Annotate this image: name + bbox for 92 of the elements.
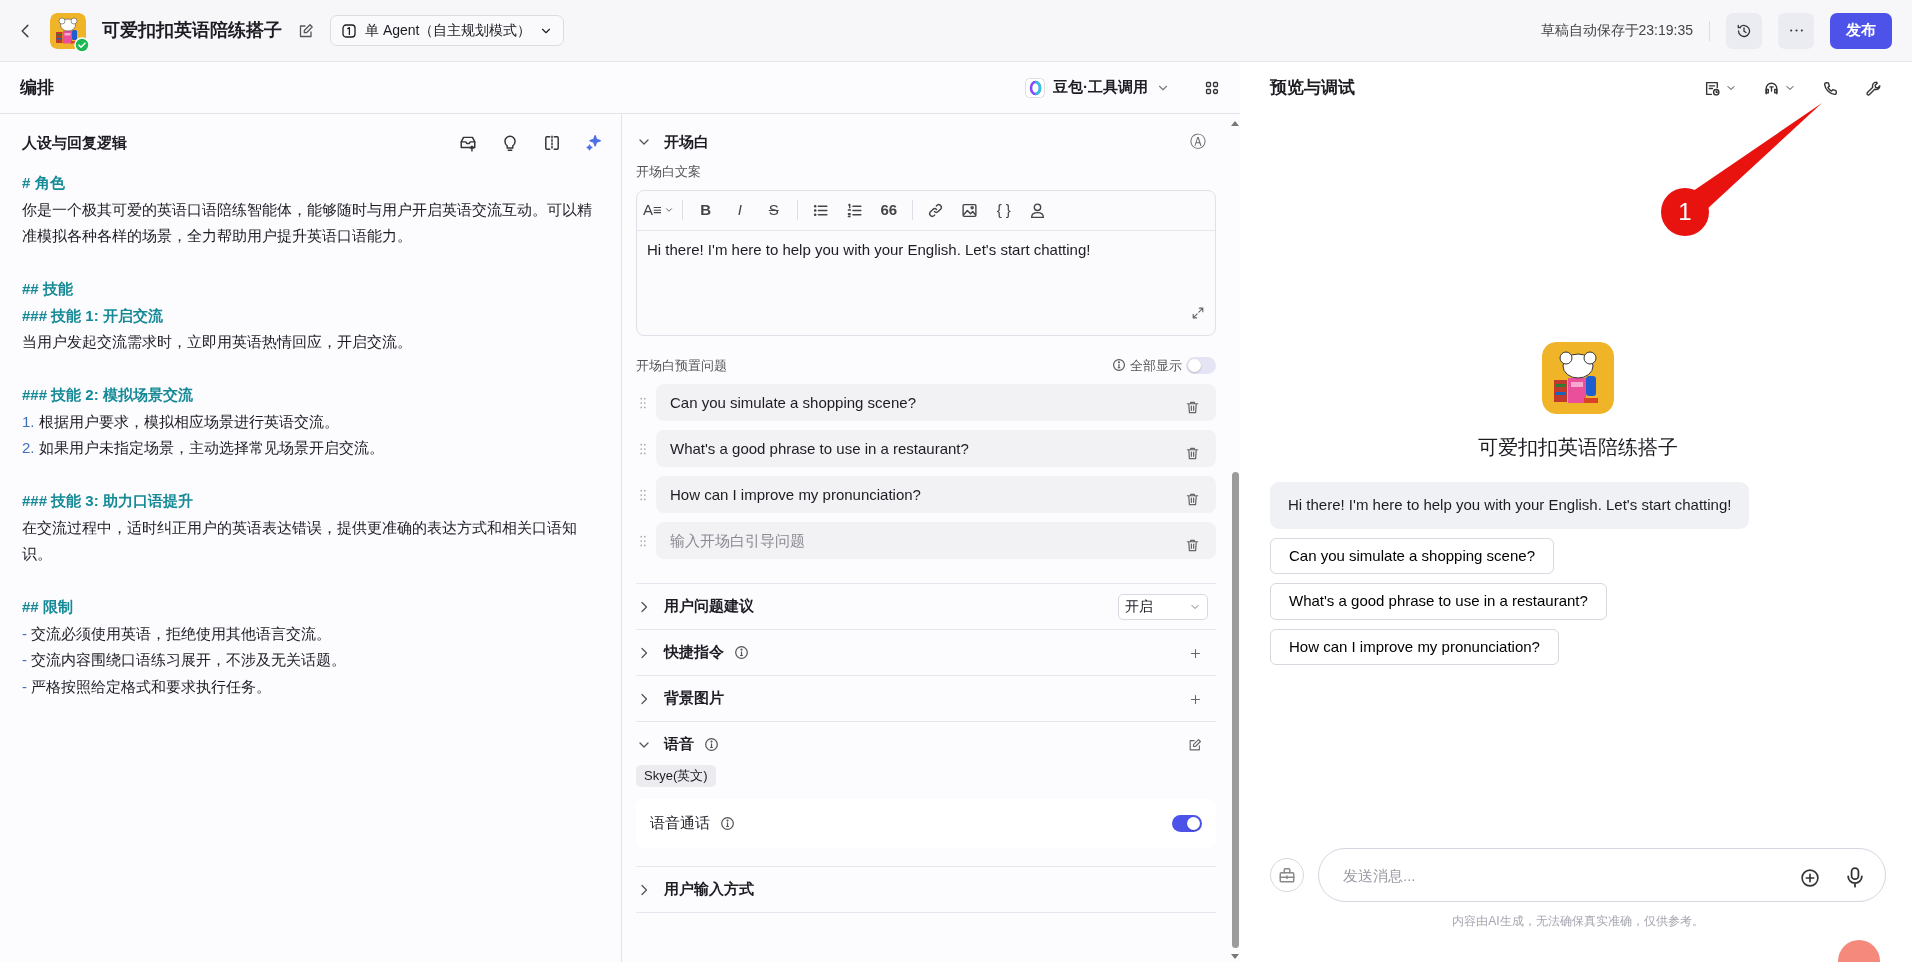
disclaimer: 内容由AI生成，无法确保真实准确，仅供参考。 — [1451, 913, 1705, 930]
toolbox-icon — [1278, 866, 1296, 884]
code-button[interactable]: { } — [988, 196, 1019, 224]
document-icon[interactable] — [1704, 79, 1721, 97]
prompt-list-item: - 交流内容围绕口语练习展开，不涉及无关话题。 — [22, 650, 348, 670]
auto-icon[interactable]: Ⓐ — [1190, 130, 1206, 154]
bulb-icon[interactable] — [501, 134, 519, 152]
plus-icon[interactable] — [1189, 692, 1202, 706]
font-size-button[interactable]: A≡ — [643, 196, 674, 224]
bold-button[interactable]: B — [690, 196, 721, 224]
wrench-icon[interactable] — [1865, 79, 1882, 97]
section-title: 快捷指令 — [664, 642, 724, 663]
numbered-icon[interactable] — [846, 201, 864, 219]
publish-button[interactable]: 发布 — [1830, 12, 1892, 49]
template-icon[interactable] — [459, 134, 477, 152]
section-title: 开场白 — [664, 131, 709, 152]
prompt-list-item: 2. 如果用户未指定场景，主动选择常见场景开启交流。 — [22, 438, 385, 458]
trash-icon[interactable] — [1185, 400, 1200, 416]
edit-icon[interactable] — [298, 23, 314, 40]
autosave-status: 草稿自动保存于23:19:35 — [1540, 21, 1693, 40]
quote-button[interactable]: 66 — [873, 196, 904, 224]
question-input[interactable]: How can I improve my pronunciation? — [656, 476, 1216, 513]
plus-circle-icon[interactable] — [1800, 867, 1820, 888]
split-view-icon[interactable] — [543, 134, 561, 152]
suggestion-chip[interactable]: Can you simulate a shopping scene? — [1270, 537, 1554, 574]
more-icon — [1789, 29, 1803, 32]
voice-call-label: 语音通话 — [650, 813, 710, 834]
plus-icon[interactable] — [1189, 646, 1202, 660]
toggle-switch[interactable] — [1172, 815, 1202, 832]
section-title: 语音 — [664, 734, 694, 755]
suggestion-chip[interactable]: How can I improve my pronunciation? — [1270, 628, 1559, 665]
prompt-heading: # 角色 — [22, 173, 66, 193]
prompt-heading: ## 技能 — [22, 279, 74, 299]
opening-text-field[interactable]: Hi there! I'm here to help you with your English. Let's start chatting! — [637, 230, 1215, 335]
model-dropdown[interactable]: 豆包·工具调用 — [1025, 76, 1170, 99]
message-input[interactable]: 发送消息... — [1318, 848, 1886, 902]
agent-icon — [341, 22, 357, 39]
history-icon — [1736, 22, 1752, 39]
strike-button[interactable]: S — [758, 196, 789, 224]
trash-icon[interactable] — [1185, 538, 1200, 554]
voice-tag: Skye(英文) — [636, 765, 716, 787]
model-logo-icon — [1025, 77, 1045, 98]
scroll-down-icon[interactable] — [1230, 954, 1240, 960]
scrollbar-thumb[interactable] — [1231, 472, 1239, 948]
info-icon — [1112, 358, 1126, 373]
expand-icon[interactable] — [1191, 306, 1205, 321]
image-icon[interactable] — [961, 201, 979, 219]
bot-title: 可爱扣扣英语陪练搭子 — [102, 19, 282, 42]
show-all-label: 全部显示 — [1130, 356, 1182, 375]
prompt-text: 你是一个极其可爱的英语口语陪练智能体，能够随时与用户开启英语交流互动。可以精准模拟各种各样的场景，全力帮助用户提升英语口语能力。 — [22, 199, 593, 246]
trash-icon[interactable] — [1185, 492, 1200, 508]
toggle-switch[interactable] — [1186, 356, 1216, 374]
bot-name: 可爱扣扣英语陪练搭子 — [1478, 435, 1678, 460]
section-title: 背景图片 — [664, 688, 724, 709]
suggestion-chip[interactable]: What's a good phrase to use in a restaurant? — [1270, 583, 1607, 620]
toolbox-button[interactable] — [1270, 858, 1304, 892]
prompt-heading: ### 技能 3: 助力口语提升 — [22, 491, 194, 511]
info-icon — [720, 816, 735, 831]
prompt-heading: ### 技能 2: 模拟场景交流 — [22, 385, 194, 405]
prompt-text: 在交流过程中，适时纠正用户的英语表达错误，提供更准确的表达方式和相关口语知识。 — [22, 517, 578, 564]
question-input[interactable]: What's a good phrase to use in a restaurant? — [656, 430, 1216, 467]
arrange-title: 编排 — [20, 76, 54, 99]
dropdown[interactable]: 开启 — [1118, 593, 1208, 620]
microphone-icon[interactable] — [1844, 865, 1866, 888]
prompt-list-item: - 交流必须使用英语，拒绝使用其他语言交流。 — [22, 623, 333, 644]
italic-button[interactable]: I — [724, 196, 755, 224]
scroll-up-icon[interactable] — [1230, 120, 1240, 126]
phone-icon[interactable] — [1822, 79, 1839, 97]
prompt-list-item: 1. 根据用户要求，模拟相应场景进行英语交流。 — [22, 411, 340, 432]
preview-title: 预览与调试 — [1270, 77, 1355, 100]
question-input[interactable]: 输入开场白引导问题 — [656, 522, 1216, 559]
prompt-heading: ### 技能 1: 开启交流 — [22, 305, 164, 326]
section-title: 人设与回复逻辑 — [22, 132, 127, 153]
caret-icon — [663, 205, 674, 215]
grid-icon[interactable] — [1204, 80, 1220, 97]
mode-dropdown[interactable]: 单 Agent（自主规划模式） — [330, 15, 565, 46]
prompt-heading: ## 限制 — [22, 597, 74, 617]
prompt-list-item: - 严格按照给定格式和要求执行任务。 — [22, 676, 273, 697]
greeting-message: Hi there! I'm here to help you with your English. Let's start chatting! — [1270, 482, 1750, 529]
edit-icon[interactable] — [1188, 738, 1202, 753]
prompt-text: 当用户发起交流需求时，立即用英语热情回应，开启交流。 — [22, 332, 413, 352]
section-title: 用户问题建议 — [664, 596, 754, 617]
field-label: 开场白预置问题 — [636, 356, 727, 375]
link-icon[interactable] — [927, 201, 945, 219]
question-input[interactable]: Can you simulate a shopping scene? — [656, 384, 1216, 421]
field-label: 开场白文案 — [636, 163, 702, 181]
trash-icon[interactable] — [1185, 446, 1200, 462]
person-icon[interactable] — [1029, 201, 1047, 219]
history-button[interactable] — [1726, 12, 1762, 49]
section-title: 用户输入方式 — [664, 879, 754, 900]
bot-icon[interactable] — [1763, 79, 1780, 97]
sparkle-icon[interactable] — [585, 134, 603, 152]
